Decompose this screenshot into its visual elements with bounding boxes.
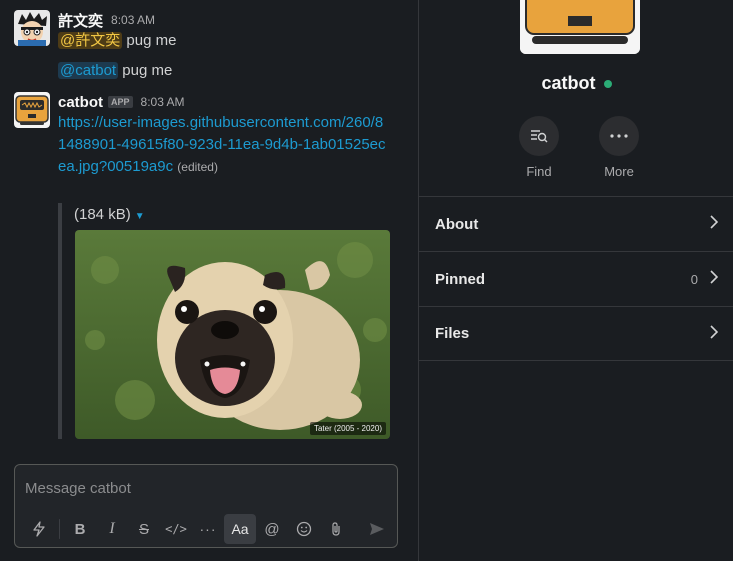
pug-image[interactable]: Tater (2005 - 2020) <box>75 230 390 439</box>
attachment-size-toggle[interactable]: (184 kB) ▼ <box>74 206 145 223</box>
more-label: More <box>604 164 634 179</box>
section-label: About <box>435 215 479 233</box>
self-mention[interactable]: @許文奕 <box>58 32 123 49</box>
profile-name: catbot <box>419 73 733 94</box>
bot-profile-image[interactable] <box>520 0 640 54</box>
image-link[interactable]: https://user-images.githubusercontent.co… <box>58 114 386 175</box>
message-content: pug me <box>126 32 177 49</box>
message-author[interactable]: catbot <box>58 94 103 111</box>
send-icon[interactable] <box>361 514 393 544</box>
section-pinned[interactable]: Pinned 0 <box>419 251 733 306</box>
image-caption: Tater (2005 - 2020) <box>309 422 386 435</box>
details-pane: catbot Find More About Pinned 0 Files <box>418 0 733 561</box>
message-author[interactable]: 許文奕 <box>58 10 103 31</box>
chat-pane: 許文奕 8:03 AM @許文奕 pug me @catbot pug me c… <box>0 0 418 561</box>
user-avatar[interactable] <box>14 10 50 46</box>
section-files[interactable]: Files <box>419 306 733 361</box>
attachment-size: (184 kB) <box>74 206 131 223</box>
message-content: pug me <box>122 62 173 79</box>
formatting-toggle-icon[interactable]: Aa <box>224 514 256 544</box>
message-composer: B I S </> ··· Aa @ <box>14 464 398 548</box>
message-timestamp[interactable]: 8:03 AM <box>141 95 185 109</box>
bold-icon[interactable]: B <box>64 514 96 544</box>
find-icon <box>519 116 559 156</box>
chevron-right-icon <box>710 270 719 288</box>
code-icon[interactable]: </> <box>160 514 192 544</box>
message-text: @許文奕 pug me <box>58 30 388 52</box>
message-text: @catbot pug me <box>58 60 388 82</box>
chevron-right-icon <box>710 324 719 343</box>
mention-icon[interactable]: @ <box>256 514 288 544</box>
profile-name-text: catbot <box>541 73 596 93</box>
strikethrough-icon[interactable]: S <box>128 514 160 544</box>
more-formatting-icon[interactable]: ··· <box>192 514 224 544</box>
section-about[interactable]: About <box>419 196 733 251</box>
edited-label: (edited) <box>177 160 218 174</box>
attach-icon[interactable] <box>320 514 352 544</box>
italic-icon[interactable]: I <box>96 514 128 544</box>
chevron-right-icon <box>710 215 719 233</box>
shortcuts-lightning-icon[interactable] <box>23 514 55 544</box>
pinned-count: 0 <box>690 271 698 287</box>
section-label: Pinned <box>435 270 486 288</box>
find-button[interactable]: Find <box>509 116 569 179</box>
toolbar-divider <box>59 519 60 539</box>
app-badge: APP <box>108 96 133 108</box>
online-status-icon <box>603 80 612 89</box>
message-input[interactable] <box>25 477 385 499</box>
emoji-icon[interactable] <box>288 514 320 544</box>
section-label: Files <box>435 325 470 342</box>
find-label: Find <box>526 164 552 179</box>
caret-down-icon[interactable]: ▼ <box>135 211 145 222</box>
user-mention[interactable]: @catbot <box>58 62 119 79</box>
more-button[interactable]: More <box>589 116 649 179</box>
message-timestamp[interactable]: 8:03 AM <box>111 13 155 27</box>
more-icon <box>599 116 639 156</box>
formatting-toolbar: B I S </> ··· Aa @ <box>23 513 393 545</box>
bot-avatar[interactable] <box>14 92 50 128</box>
image-attachment: (184 kB) ▼ Tater (2005 - 2020) <box>58 203 398 439</box>
